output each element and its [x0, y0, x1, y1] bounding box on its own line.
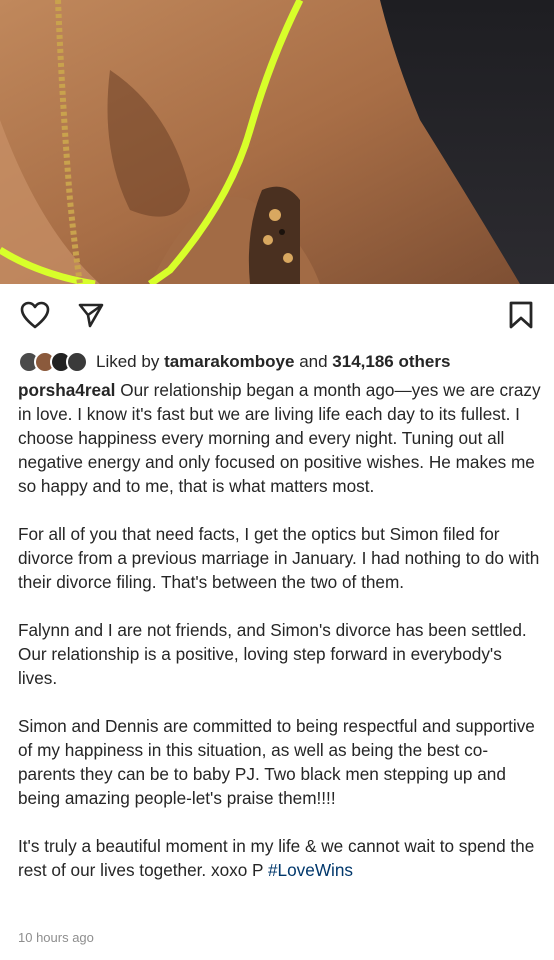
liked-by-prefix: Liked by: [96, 352, 160, 371]
post-actions-bar: [0, 284, 554, 344]
bookmark-icon: [509, 301, 533, 329]
send-icon: [78, 303, 104, 328]
likes-summary[interactable]: Liked by tamarakomboye and 314,186 other…: [18, 348, 548, 376]
liked-by-user[interactable]: tamarakomboye: [164, 352, 294, 371]
post-photo[interactable]: [0, 0, 554, 284]
caption-paragraph-3: Falynn and I are not friends, and Simon'…: [18, 620, 527, 688]
liked-by-and: and: [299, 352, 328, 371]
likes-text: Liked by tamarakomboye and 314,186 other…: [96, 352, 450, 372]
caption-paragraph-2: For all of you that need facts, I get th…: [18, 524, 540, 592]
post-photo-graphic: [0, 0, 554, 284]
caption-paragraph-4: Simon and Dennis are committed to being …: [18, 716, 535, 808]
avatar: [66, 351, 88, 373]
liker-avatars: [18, 350, 90, 374]
save-button[interactable]: [504, 298, 538, 332]
caption-username[interactable]: porsha4real: [18, 380, 115, 400]
likes-count[interactable]: 314,186 others: [332, 352, 450, 371]
post-caption: porsha4real Our relationship began a mon…: [18, 378, 542, 882]
share-button[interactable]: [74, 298, 108, 332]
post-timestamp: 10 hours ago: [18, 930, 94, 945]
like-button[interactable]: [18, 298, 52, 332]
hashtag-link[interactable]: #LoveWins: [268, 860, 353, 880]
heart-icon: [20, 301, 50, 329]
